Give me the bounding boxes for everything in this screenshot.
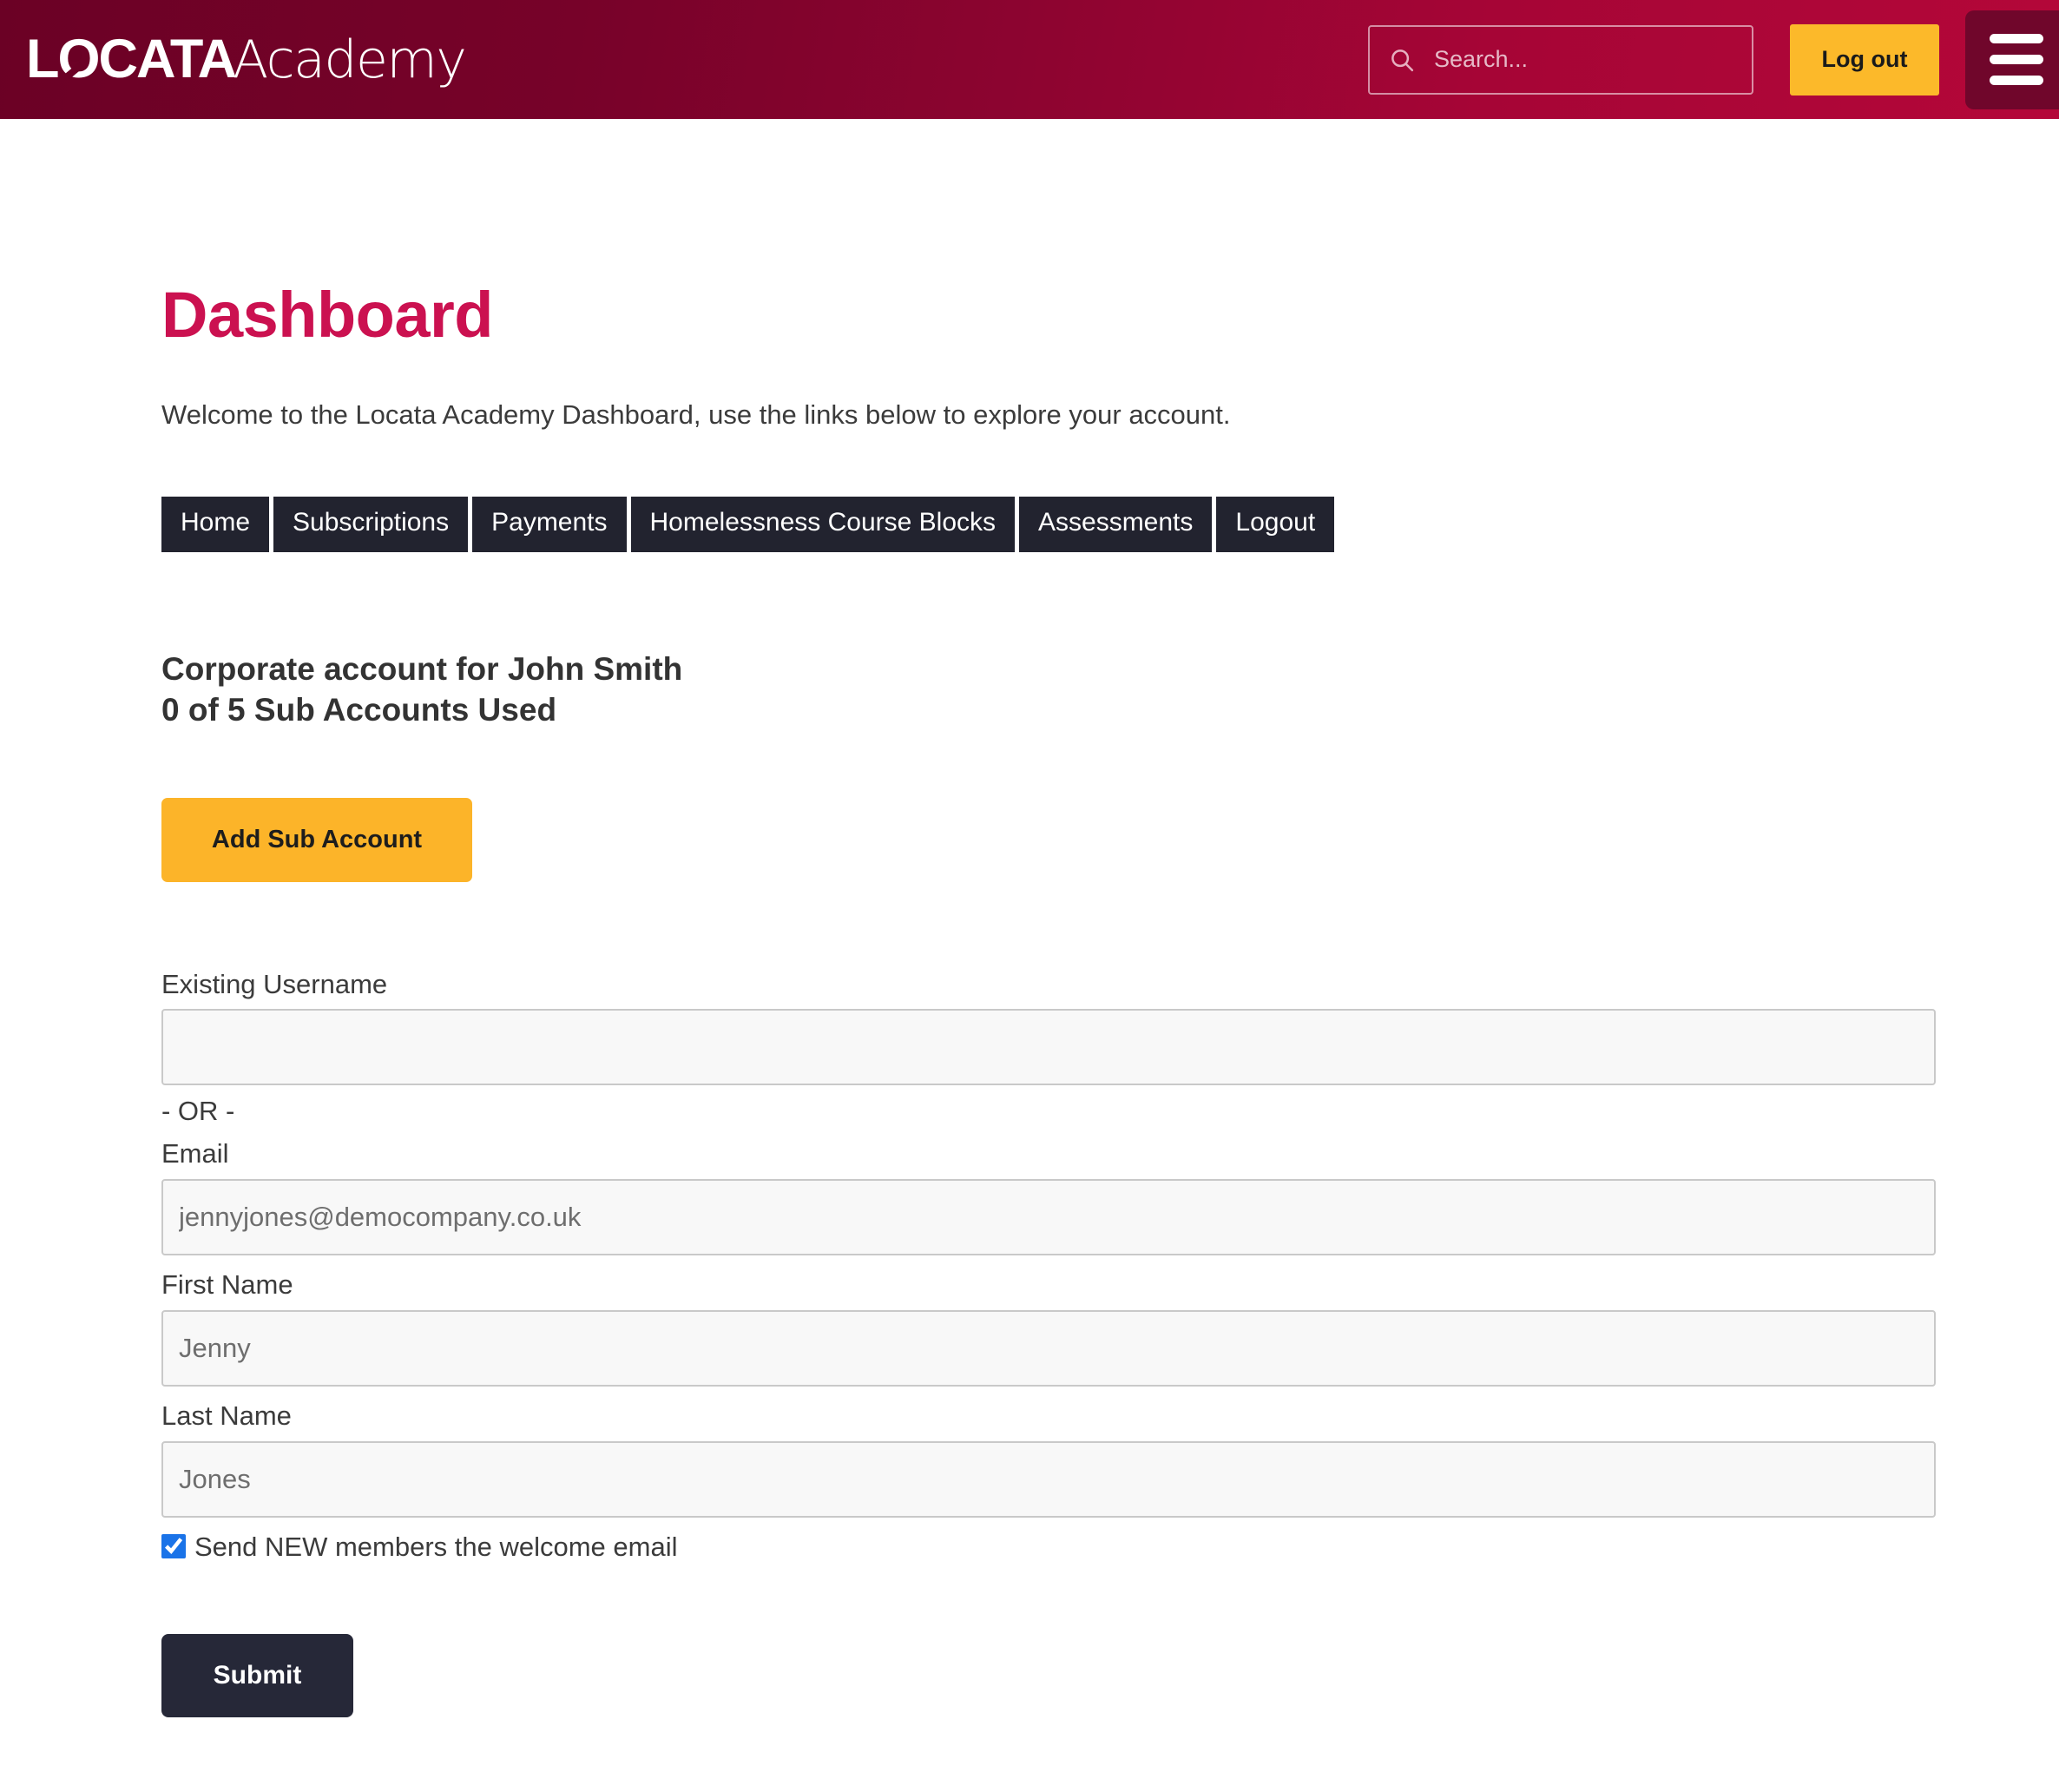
search-input[interactable] bbox=[1415, 45, 1752, 74]
last-name-label: Last Name bbox=[161, 1400, 292, 1432]
existing-username-label: Existing Username bbox=[161, 968, 388, 999]
dashboard-nav-tabs: Home Subscriptions Payments Homelessness… bbox=[161, 432, 2038, 552]
brand-secondary-text: Academy bbox=[233, 30, 467, 90]
last-name-input[interactable] bbox=[161, 1440, 1936, 1518]
email-input[interactable] bbox=[161, 1179, 1936, 1256]
log-out-button[interactable]: Log out bbox=[1790, 23, 1939, 96]
hamburger-bar-1-icon bbox=[1990, 34, 2043, 43]
welcome-email-checkbox[interactable] bbox=[161, 1534, 186, 1559]
first-name-input[interactable] bbox=[161, 1310, 1936, 1387]
page-content: Dashboard Welcome to the Locata Academy … bbox=[0, 119, 2059, 1717]
nav-tab-homelessness-course-blocks[interactable]: Homelessness Course Blocks bbox=[630, 497, 1015, 552]
sub-account-usage: 0 of 5 Sub Accounts Used bbox=[161, 692, 557, 728]
add-sub-account-button[interactable]: Add Sub Account bbox=[161, 797, 472, 882]
first-name-label: First Name bbox=[161, 1269, 293, 1301]
brand-logo[interactable]: LO CATA Academy bbox=[26, 0, 467, 119]
submit-button[interactable]: Submit bbox=[161, 1633, 353, 1717]
add-sub-account-form: Existing Username - OR - Email First Nam… bbox=[161, 882, 2038, 1717]
header-actions: Log out bbox=[1368, 0, 2059, 119]
intro-text: Welcome to the Locata Academy Dashboard,… bbox=[161, 399, 1231, 430]
page-title: Dashboard bbox=[161, 279, 494, 351]
or-separator-text: - OR - bbox=[161, 1096, 235, 1127]
account-summary: Corporate account for John Smith 0 of 5 … bbox=[161, 552, 2038, 731]
nav-tab-assessments[interactable]: Assessments bbox=[1019, 497, 1213, 552]
hamburger-bar-2-icon bbox=[1990, 55, 2043, 64]
nav-tab-logout[interactable]: Logout bbox=[1216, 497, 1335, 552]
logo-o-mark: O bbox=[57, 29, 100, 89]
logo-o-slash-icon bbox=[65, 61, 85, 80]
nav-tab-payments[interactable]: Payments bbox=[472, 497, 627, 552]
existing-username-input[interactable] bbox=[161, 1009, 1936, 1086]
logo-o-dot-icon bbox=[69, 49, 82, 62]
welcome-email-row: Send NEW members the welcome email bbox=[161, 1533, 2038, 1560]
hamburger-bar-3-icon bbox=[1990, 76, 2043, 85]
site-header: LOCATA Academy Log out bbox=[0, 0, 2059, 119]
search-icon bbox=[1391, 49, 1414, 71]
account-owner-title: Corporate account for John Smith bbox=[161, 650, 683, 687]
welcome-email-label[interactable]: Send NEW members the welcome email bbox=[194, 1533, 677, 1560]
brand-primary-text: LO CATA bbox=[26, 29, 238, 89]
hamburger-menu-button[interactable] bbox=[1965, 10, 2059, 109]
brand-primary-rest: CATA bbox=[98, 29, 238, 89]
nav-tab-subscriptions[interactable]: Subscriptions bbox=[273, 497, 469, 552]
nav-tab-home[interactable]: Home bbox=[161, 497, 270, 552]
search-box[interactable] bbox=[1368, 24, 1753, 95]
email-label: Email bbox=[161, 1138, 229, 1169]
